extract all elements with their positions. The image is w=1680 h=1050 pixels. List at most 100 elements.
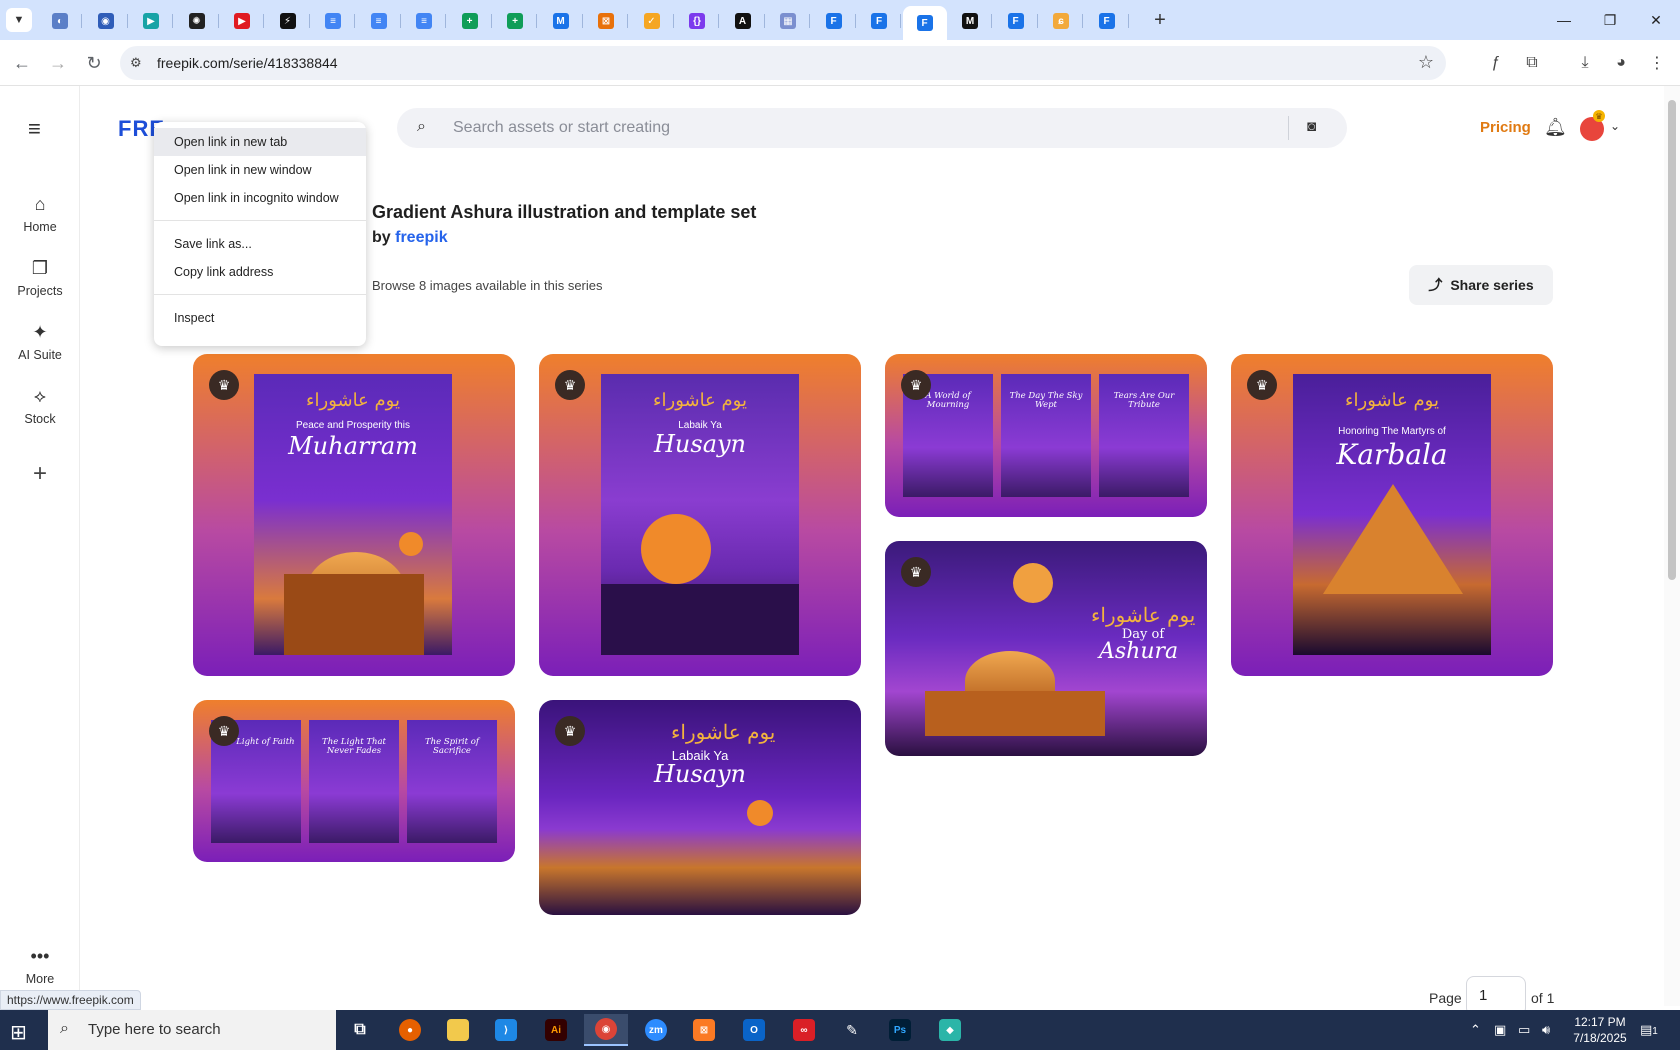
browser-tab-9[interactable]: ≡: [402, 6, 446, 36]
browser-tab-2[interactable]: ◉: [84, 6, 128, 36]
extensions-puzzle-icon[interactable]: ⧉: [1520, 51, 1544, 75]
chrome-menu-icon[interactable]: ⋮: [1645, 51, 1669, 75]
minimize-button[interactable]: —: [1544, 8, 1584, 32]
byline: by freepik: [372, 229, 448, 247]
moon-shape: [641, 514, 711, 584]
browser-tab-11[interactable]: +: [493, 6, 537, 36]
network-icon[interactable]: ▭: [1518, 1022, 1530, 1038]
browser-tab-1[interactable]: ◐: [38, 6, 82, 36]
browser-tab-4[interactable]: ✺: [175, 6, 219, 36]
ctx-save-link[interactable]: Save link as...: [154, 230, 366, 258]
extension-fonts-icon[interactable]: ƒ: [1484, 51, 1508, 75]
browser-tab-13[interactable]: ⊠: [584, 6, 628, 36]
task-view-icon[interactable]: ⧉: [338, 1014, 382, 1046]
file-explorer-icon[interactable]: [436, 1014, 480, 1046]
ctx-inspect[interactable]: Inspect: [154, 304, 366, 332]
windows-start-icon[interactable]: ⊞: [10, 1020, 27, 1045]
series-card-karbala[interactable]: ♛ يوم عاشوراء Honoring The Martyrs of Ka…: [1231, 354, 1553, 676]
horse-silhouette: [601, 584, 799, 655]
new-tab-button[interactable]: +: [1148, 8, 1172, 32]
notifications-bell-icon[interactable]: 🔔︎: [1544, 117, 1567, 138]
tray-app-icon[interactable]: ▣: [1494, 1022, 1506, 1038]
browser-tab-3[interactable]: ▶: [129, 6, 173, 36]
chevron-down-icon[interactable]: ⌄: [1610, 119, 1620, 133]
app-diamond-icon[interactable]: ◆: [928, 1014, 972, 1046]
taskbar-clock[interactable]: 12:17 PM 7/18/2025: [1568, 1014, 1632, 1046]
vscode-icon[interactable]: ⟩: [484, 1014, 528, 1046]
photoshop-icon[interactable]: Ps: [878, 1014, 922, 1046]
browser-tab-23[interactable]: ɕ: [1039, 6, 1083, 36]
scrollbar-thumb[interactable]: [1668, 100, 1676, 580]
nav-home[interactable]: ⌂ Home: [0, 194, 80, 234]
browser-tab-19[interactable]: F: [857, 6, 901, 36]
series-card-muharram[interactable]: ♛ يوم عاشوراء Peace and Prosperity this …: [193, 354, 515, 676]
tab-search-button[interactable]: ▼: [6, 8, 32, 32]
browser-tab-18[interactable]: F: [812, 6, 856, 36]
browser-tab-16[interactable]: A: [721, 6, 765, 36]
ctx-open-new-window[interactable]: Open link in new window: [154, 156, 366, 184]
windows-taskbar: ⊞ ⌕ Type here to search ⧉ ● ⟩ Ai ◉ zm ⊠ …: [0, 1010, 1680, 1050]
hamburger-menu-icon[interactable]: ≡: [28, 116, 41, 142]
outlook-icon[interactable]: O: [732, 1014, 776, 1046]
browser-tab-17[interactable]: ▦: [766, 6, 810, 36]
reload-button[interactable]: ↻: [82, 51, 106, 75]
tab-favicon-icon: ✺: [188, 13, 205, 29]
browser-tab-12[interactable]: M: [539, 6, 583, 36]
nav-projects[interactable]: ❐ Projects: [0, 258, 80, 298]
user-avatar[interactable]: ♛: [1580, 110, 1605, 141]
notification-center-icon[interactable]: ▤1: [1640, 1022, 1658, 1038]
profile-icon[interactable]: ◕: [1609, 51, 1633, 75]
browser-tab-6[interactable]: ⚡: [266, 6, 310, 36]
camera-search-icon[interactable]: ◙: [1307, 118, 1316, 135]
arabic-calligraphy: يوم عاشوراء: [1345, 390, 1439, 411]
ctx-open-new-tab[interactable]: Open link in new tab: [154, 128, 366, 156]
series-card-mourning-set[interactable]: ♛ A World of Mourning The Day The Sky We…: [885, 354, 1207, 517]
browser-tab-7[interactable]: ≡: [311, 6, 355, 36]
share-series-button[interactable]: ⤴ Share series: [1409, 265, 1553, 305]
chrome-icon[interactable]: ◉: [584, 1014, 628, 1046]
series-card-ashura[interactable]: يوم عاشوراء Day of Ashura ♛: [885, 541, 1207, 756]
zoom-icon[interactable]: zm: [634, 1014, 678, 1046]
nav-more[interactable]: ••• More: [0, 946, 80, 986]
poster-image: يوم عاشوراء Honoring The Martyrs of Karb…: [1293, 374, 1491, 655]
poster-title: Muharram: [288, 432, 418, 460]
browser-tab-24[interactable]: F: [1085, 6, 1129, 36]
volume-icon[interactable]: 🔊︎: [1542, 1022, 1550, 1038]
tab-favicon-icon: +: [507, 13, 523, 29]
browser-tab-15[interactable]: {}: [675, 6, 719, 36]
browser-tab-10[interactable]: +: [448, 6, 492, 36]
taskbar-search[interactable]: ⌕ Type here to search: [48, 1010, 336, 1050]
forward-button[interactable]: →: [46, 51, 70, 75]
nav-ai-suite[interactable]: ✦ AI Suite: [0, 322, 80, 362]
browser-tab-5[interactable]: ▶: [220, 6, 264, 36]
site-info-icon[interactable]: ⚙: [130, 55, 142, 71]
series-card-husayn-tents[interactable]: يوم عاشوراء Labaik Ya Husayn ♛: [539, 700, 861, 915]
bookmark-star-icon[interactable]: ☆: [1418, 52, 1434, 73]
pen-tool-icon[interactable]: ✎: [830, 1014, 874, 1046]
search-input[interactable]: [453, 116, 1273, 140]
author-link[interactable]: freepik: [395, 229, 447, 246]
illustrator-icon[interactable]: Ai: [534, 1014, 578, 1046]
tray-chevron-icon[interactable]: ⌃: [1470, 1022, 1481, 1038]
firefox-icon[interactable]: ●: [388, 1014, 432, 1046]
browser-tab-22[interactable]: F: [994, 6, 1038, 36]
browser-tab-14[interactable]: ✓: [630, 6, 674, 36]
series-card-husayn[interactable]: ♛ يوم عاشوراء Labaik Ya Husayn: [539, 354, 861, 676]
series-card-light-of-faith-set[interactable]: ♛ The Light of Faith The Light That Neve…: [193, 700, 515, 862]
browser-tab-20[interactable]: F: [902, 6, 947, 40]
xampp-icon[interactable]: ⊠: [682, 1014, 726, 1046]
close-window-button[interactable]: ✕: [1636, 8, 1676, 32]
ctx-copy-link[interactable]: Copy link address: [154, 258, 366, 286]
ctx-open-incognito[interactable]: Open link in incognito window: [154, 184, 366, 212]
creative-cloud-icon[interactable]: ∞: [782, 1014, 826, 1046]
restore-button[interactable]: ❐: [1590, 8, 1630, 32]
browser-tab-21[interactable]: M: [948, 6, 992, 36]
downloads-icon[interactable]: ⤓: [1573, 51, 1597, 75]
taskbar-search-placeholder: Type here to search: [88, 1021, 221, 1038]
back-button[interactable]: ←: [10, 51, 34, 75]
pricing-link[interactable]: Pricing: [1480, 119, 1531, 136]
add-plus-button[interactable]: +: [20, 454, 60, 494]
nav-stock[interactable]: ⟡ Stock: [0, 386, 80, 426]
address-bar[interactable]: ⚙ freepik.com/serie/418338844 ☆: [120, 46, 1446, 80]
browser-tab-8[interactable]: ≡: [357, 6, 401, 36]
